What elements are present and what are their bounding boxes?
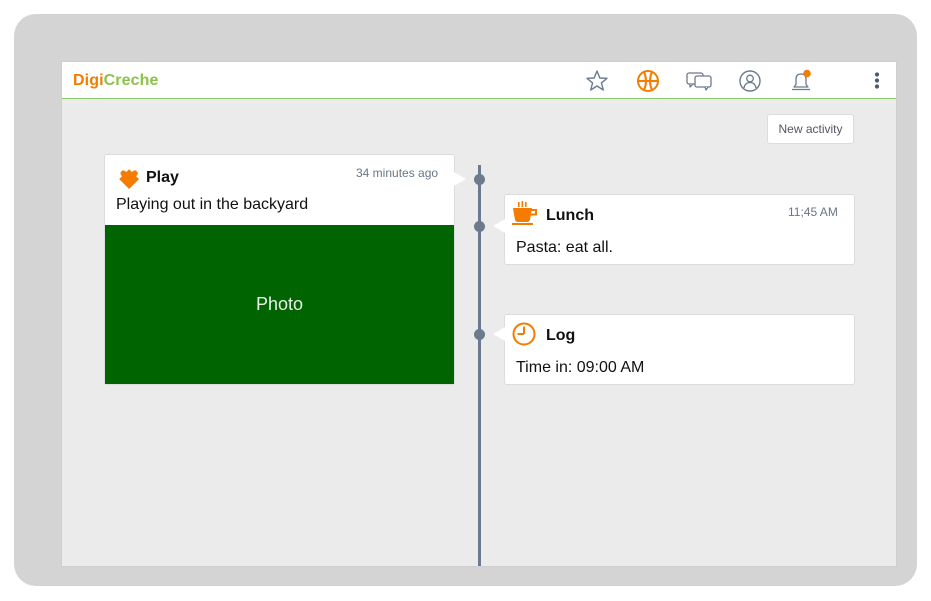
activity-photo[interactable]: Photo (105, 225, 454, 384)
notification-dot (803, 69, 811, 78)
timeline-dot (474, 174, 485, 185)
app-logo[interactable]: DigiCreche (73, 72, 158, 90)
card-description: Playing out in the backyard (116, 196, 309, 213)
chat-icon[interactable] (685, 68, 713, 94)
card-timestamp: 11;45 AM (788, 205, 838, 219)
user-icon[interactable] (737, 68, 763, 94)
coffee-icon (511, 201, 539, 232)
clock-icon (511, 322, 537, 353)
card-title: Lunch (546, 207, 594, 224)
card-pointer (493, 219, 505, 233)
card-pointer (493, 327, 505, 341)
puzzle-icon (114, 164, 140, 195)
more-vert-icon[interactable] (866, 68, 888, 94)
card-description: Time in: 09:00 AM (516, 359, 645, 376)
new-activity-button[interactable]: New activity (767, 114, 854, 144)
timeline-dot (474, 221, 485, 232)
star-icon[interactable] (584, 68, 610, 94)
timeline-dot (474, 329, 485, 340)
card-pointer (454, 172, 466, 186)
basketball-icon[interactable] (635, 68, 661, 94)
activity-card-play[interactable]: Play 34 minutes ago Playing out in the b… (104, 154, 455, 385)
card-timestamp: 34 minutes ago (356, 166, 439, 180)
logo-part-creche: Creche (103, 72, 159, 89)
card-title: Play (146, 169, 179, 186)
card-description: Pasta: eat all. (516, 239, 613, 256)
logo-part-digi: Digi (73, 72, 104, 89)
bell-icon[interactable] (788, 68, 814, 94)
app-bar: DigiCreche (62, 62, 896, 99)
card-title: Log (546, 327, 576, 344)
app-screen: DigiCreche New activity Play 34 minutes … (61, 61, 897, 567)
tablet-frame: DigiCreche New activity Play 34 minutes … (14, 14, 917, 586)
activity-card-lunch[interactable]: Lunch 11;45 AM Pasta: eat all. (504, 194, 855, 265)
photo-placeholder-label: Photo (255, 294, 304, 314)
activity-card-log[interactable]: Log Time in: 09:00 AM (504, 314, 855, 385)
